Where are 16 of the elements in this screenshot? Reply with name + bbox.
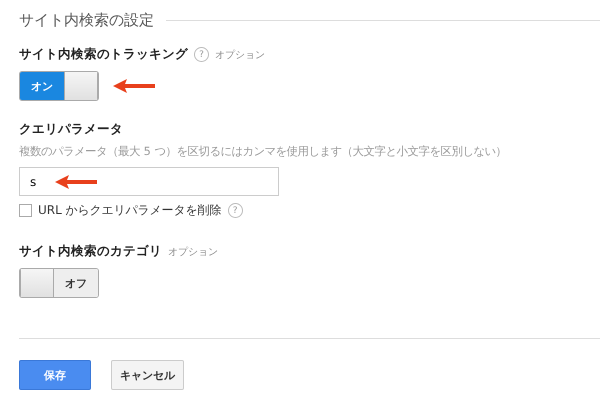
section-title: サイト内検索の設定 [19, 10, 154, 30]
field-label: サイト内検索のカテゴリ [19, 243, 162, 260]
help-icon[interactable]: ? [194, 47, 209, 62]
optional-label: オプション [168, 246, 218, 258]
help-icon[interactable]: ? [228, 203, 243, 218]
field-label: サイト内検索のトラッキング [19, 46, 188, 63]
save-button[interactable]: 保存 [19, 360, 91, 390]
input-field[interactable]: s [19, 167, 279, 196]
toggle-switch[interactable]: オン [19, 71, 99, 101]
toggle-switch[interactable]: オフ [19, 268, 99, 298]
field-label: クエリパラメータ [19, 121, 123, 138]
optional-label: オプション [215, 48, 265, 62]
checkbox[interactable] [19, 204, 32, 217]
checkbox-label: URL からクエリパラメータを削除 [38, 202, 222, 219]
cancel-button[interactable]: キャンセル [111, 360, 184, 390]
hint-text: 複数のパラメータ（最大 5 つ）を区切るにはカンマを使用します（大文字と小文字を区別しない） [19, 144, 508, 159]
